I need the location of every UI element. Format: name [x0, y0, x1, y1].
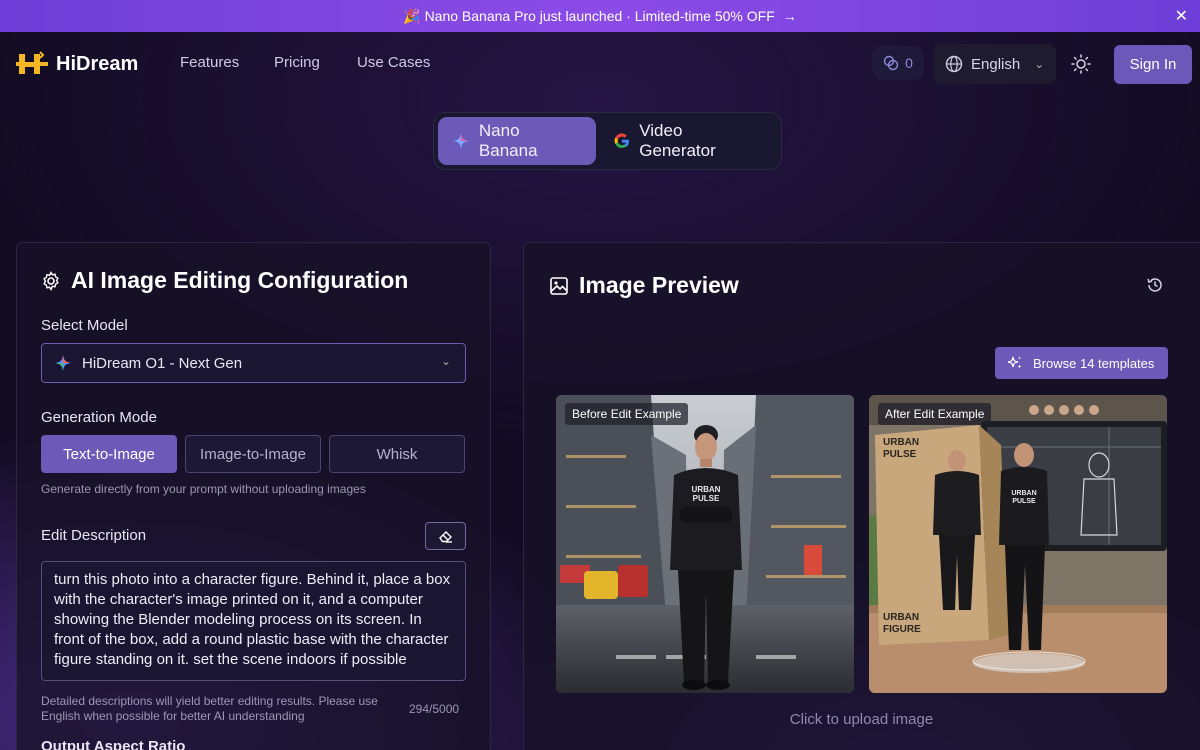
svg-text:URBAN: URBAN [1011, 490, 1036, 497]
theme-toggle-sun-icon[interactable] [1071, 54, 1091, 74]
brand-name: HiDream [56, 52, 139, 75]
svg-text:PULSE: PULSE [1012, 498, 1036, 505]
svg-text:PULSE: PULSE [883, 449, 917, 460]
mode-selector: Text-to-Image Image-to-Image Whisk [41, 435, 466, 473]
brand-logo[interactable]: HiDream [16, 50, 138, 78]
tab-nano-banana[interactable]: Nano Banana [438, 117, 597, 165]
svg-text:URBAN: URBAN [692, 485, 721, 494]
model-value: HiDream O1 - Next Gen [82, 354, 243, 372]
mode-label: Generation Mode [41, 409, 157, 426]
promo-banner[interactable]: 🎉 Nano Banana Pro just launched · Limite… [0, 0, 1200, 32]
mode-hint: Generate directly from your prompt witho… [41, 482, 366, 496]
sparkle-icon [55, 355, 71, 371]
preview-title-text: Image Preview [579, 272, 739, 298]
globe-icon [945, 55, 963, 73]
nav-link-features[interactable]: Features [180, 54, 239, 71]
history-icon[interactable] [1146, 276, 1164, 294]
language-value: English [971, 55, 1021, 73]
nav-link-use-cases[interactable]: Use Cases [357, 54, 430, 71]
sign-in-button[interactable]: Sign In [1114, 45, 1192, 84]
close-icon[interactable]: ✕ [1175, 6, 1188, 26]
edit-description-input[interactable]: turn this photo into a character figure.… [41, 561, 466, 681]
promo-text[interactable]: 🎉 Nano Banana Pro just launched · Limite… [403, 8, 775, 25]
model-select[interactable]: HiDream O1 - Next Gen ⌄ [41, 343, 466, 383]
before-edit-tag: Before Edit Example [565, 403, 689, 425]
character-counter: 294/5000 [409, 702, 460, 716]
product-switch: Nano Banana Video Generator [433, 112, 782, 170]
tab-video-generator[interactable]: Video Generator [600, 117, 777, 165]
language-select[interactable]: English ⌄ [933, 44, 1056, 84]
preview-title: Image Preview [549, 272, 739, 299]
model-label: Select Model [41, 317, 128, 334]
sparkles-icon [1007, 356, 1022, 369]
credits-badge[interactable]: 0 [872, 46, 924, 80]
config-panel: AI Image Editing Configuration Select Mo… [16, 242, 491, 750]
image-icon [550, 276, 568, 295]
svg-text:FIGURE: FIGURE [883, 624, 921, 635]
google-icon [614, 133, 630, 148]
chevron-down-icon: ⌄ [440, 354, 451, 368]
mode-whisk[interactable]: Whisk [329, 435, 465, 473]
svg-text:PULSE: PULSE [693, 494, 720, 503]
top-nav: HiDream Features Pricing Use Cases 0 Eng… [0, 32, 1200, 96]
tab-label: Nano Banana [478, 121, 538, 160]
arrow-right-icon: → [782, 8, 797, 24]
upload-image-hint[interactable]: Click to upload image [524, 711, 1199, 728]
chevron-down-icon: ⌄ [1034, 57, 1045, 71]
sparkle-icon [452, 133, 469, 149]
edit-hint: Detailed descriptions will yield better … [41, 694, 378, 723]
credits-count: 0 [905, 55, 913, 71]
config-title-text: AI Image Editing Configuration [71, 267, 409, 293]
aspect-ratio-label: Output Aspect Ratio [41, 738, 186, 750]
preview-panel: Image Preview Browse 14 templates URBAN … [523, 242, 1200, 750]
clear-text-button[interactable] [425, 522, 466, 550]
nav-link-pricing[interactable]: Pricing [274, 54, 320, 71]
coins-icon [883, 55, 899, 71]
gear-icon [43, 270, 59, 291]
tab-label: Video Generator [639, 121, 716, 160]
hidream-logo-icon [16, 51, 48, 74]
edit-description-label: Edit Description [41, 527, 147, 544]
eraser-icon [438, 531, 452, 543]
figure-box-photo: URBAN PULSE URBAN FIGURE URBAN PULSE [869, 395, 1167, 693]
mode-image-to-image[interactable]: Image-to-Image [185, 435, 321, 473]
after-edit-image[interactable]: URBAN PULSE URBAN FIGURE URBAN PULSE Aft… [869, 395, 1167, 693]
svg-text:URBAN: URBAN [883, 612, 919, 623]
config-title: AI Image Editing Configuration [41, 267, 408, 294]
before-edit-image[interactable]: URBAN PULSE Before Edit Example [556, 395, 854, 693]
city-street-photo: URBAN PULSE [556, 395, 854, 693]
after-edit-tag: After Edit Example [878, 403, 992, 425]
browse-templates-label: Browse 14 templates [1033, 355, 1155, 371]
browse-templates-button[interactable]: Browse 14 templates [995, 347, 1168, 379]
svg-text:URBAN: URBAN [883, 437, 919, 448]
mode-text-to-image[interactable]: Text-to-Image [41, 435, 177, 473]
